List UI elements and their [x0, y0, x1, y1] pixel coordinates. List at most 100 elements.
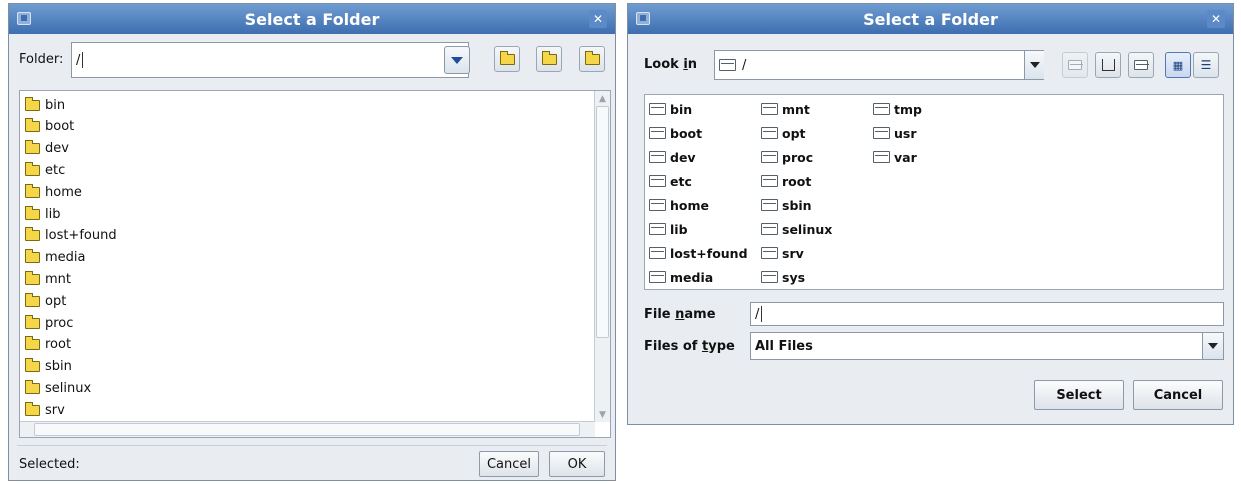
- file-list-item[interactable]: etc: [649, 171, 692, 191]
- folder-name: srv: [782, 245, 804, 261]
- right-cancel-button[interactable]: Cancel: [1133, 380, 1223, 410]
- new-folder-icon: [584, 50, 600, 65]
- folder-icon: [761, 271, 778, 283]
- folder-dropdown-button[interactable]: [444, 46, 470, 74]
- folder-icon: [761, 103, 778, 115]
- folder-list-item[interactable]: boot: [25, 117, 74, 137]
- folder-icon: [649, 175, 666, 187]
- folder-icon: [25, 379, 40, 394]
- folder-list-item[interactable]: etc: [25, 160, 65, 180]
- files-of-type-combo[interactable]: All Files: [750, 332, 1224, 360]
- folder-icon: [25, 96, 40, 111]
- file-list-item[interactable]: sys: [761, 267, 805, 287]
- folder-name: mnt: [45, 271, 71, 287]
- file-list-item[interactable]: opt: [761, 123, 806, 143]
- file-list-item[interactable]: bin: [649, 99, 692, 119]
- folder-list-item[interactable]: srv: [25, 400, 65, 420]
- folder-list-item[interactable]: bin: [25, 95, 65, 115]
- folder-name: bin: [45, 97, 66, 113]
- scroll-thumb[interactable]: [596, 106, 609, 338]
- left-cancel-button[interactable]: Cancel: [479, 451, 539, 477]
- vertical-scrollbar[interactable]: ▲ ▼: [594, 91, 610, 422]
- folder-name: proc: [45, 315, 74, 331]
- folder-icon: [25, 227, 40, 242]
- scroll-up-arrow[interactable]: ▲: [596, 92, 609, 105]
- left-titlebar[interactable]: Select a Folder ✕: [9, 4, 615, 34]
- look-in-combo[interactable]: /: [714, 50, 1044, 80]
- up-folder-icon: [499, 50, 515, 65]
- file-list-item[interactable]: tmp: [873, 99, 922, 119]
- folder-icon: [25, 270, 40, 285]
- select-button[interactable]: Select: [1034, 380, 1124, 410]
- folder-name: root: [782, 173, 812, 189]
- create-folder-button[interactable]: [1128, 52, 1154, 78]
- list-view-button[interactable]: ▦: [1165, 52, 1191, 78]
- selected-label: Selected:: [19, 457, 80, 472]
- folder-icon: [25, 401, 40, 416]
- ok-button[interactable]: OK: [549, 451, 605, 477]
- folder-list-item[interactable]: sbin: [25, 357, 72, 377]
- folder-list[interactable]: bin boot dev etc home lib lost+found media mnt op…: [19, 90, 611, 438]
- folder-icon: [25, 140, 40, 155]
- details-view-button[interactable]: ☰: [1193, 52, 1219, 78]
- file-list-item[interactable]: var: [873, 147, 917, 167]
- folder-name: media: [670, 269, 714, 285]
- file-list-item[interactable]: lib: [649, 219, 688, 239]
- file-list-item[interactable]: selinux: [761, 219, 832, 239]
- folder-list-item[interactable]: dev: [25, 139, 69, 159]
- folder-list-item[interactable]: media: [25, 248, 86, 268]
- look-in-dropdown-button[interactable]: [1024, 51, 1044, 79]
- folder-list-item[interactable]: lib: [25, 204, 60, 224]
- file-list[interactable]: bin boot dev etc home lib lost+found media mnt op…: [644, 94, 1224, 290]
- folder-name: boot: [45, 119, 75, 135]
- folder-name: home: [670, 197, 709, 213]
- file-list-item[interactable]: dev: [649, 147, 696, 167]
- details-view-icon: ☰: [1200, 58, 1212, 72]
- folder-icon: [761, 199, 778, 211]
- close-icon[interactable]: ✕: [1207, 10, 1225, 28]
- folder-input[interactable]: /: [71, 42, 469, 78]
- file-list-item[interactable]: boot: [649, 123, 702, 143]
- folder-list-item[interactable]: root: [25, 335, 71, 355]
- folder-icon: [649, 247, 666, 259]
- open-folder-button[interactable]: [536, 46, 562, 72]
- home-button[interactable]: [1095, 52, 1121, 78]
- file-list-item[interactable]: media: [649, 267, 713, 287]
- file-list-item[interactable]: srv: [761, 243, 804, 263]
- folder-icon: [873, 151, 890, 163]
- home-icon: [1101, 59, 1115, 71]
- up-folder-button[interactable]: [494, 46, 520, 72]
- file-list-item[interactable]: mnt: [761, 99, 810, 119]
- folder-list-item[interactable]: mnt: [25, 269, 71, 289]
- folder-name: dev: [45, 141, 69, 157]
- file-list-item[interactable]: sbin: [761, 195, 812, 215]
- folder-list-item[interactable]: proc: [25, 313, 73, 333]
- horizontal-scroll-thumb[interactable]: [34, 423, 580, 436]
- window-icon: [17, 12, 31, 25]
- file-list-item[interactable]: lost+found: [649, 243, 748, 263]
- files-of-type-dropdown-button[interactable]: [1202, 333, 1223, 359]
- file-list-item[interactable]: home: [649, 195, 709, 215]
- folder-list-item[interactable]: lost+found: [25, 226, 117, 246]
- file-name-input[interactable]: /: [750, 302, 1224, 326]
- horizontal-scrollbar[interactable]: [20, 421, 595, 437]
- right-titlebar[interactable]: Select a Folder ✕: [628, 4, 1233, 34]
- folder-list-item[interactable]: opt: [25, 291, 66, 311]
- divider: [17, 445, 607, 446]
- up-one-level-button[interactable]: [1062, 52, 1088, 78]
- folder-icon: [25, 183, 40, 198]
- file-list-item[interactable]: root: [761, 171, 811, 191]
- right-title: Select a Folder: [863, 9, 998, 29]
- folder-name: opt: [782, 125, 806, 141]
- folder-icon: [649, 271, 666, 283]
- chevron-down-icon: [1208, 343, 1218, 349]
- close-icon[interactable]: ✕: [589, 10, 607, 28]
- file-list-item[interactable]: usr: [873, 123, 917, 143]
- file-list-item[interactable]: proc: [761, 147, 813, 167]
- folder-icon: [25, 336, 40, 351]
- new-folder-button[interactable]: [579, 46, 605, 72]
- folder-list-item[interactable]: home: [25, 182, 82, 202]
- folder-list-item[interactable]: selinux: [25, 378, 91, 398]
- scroll-down-arrow[interactable]: ▼: [596, 408, 609, 421]
- folder-label: Folder:: [19, 52, 64, 67]
